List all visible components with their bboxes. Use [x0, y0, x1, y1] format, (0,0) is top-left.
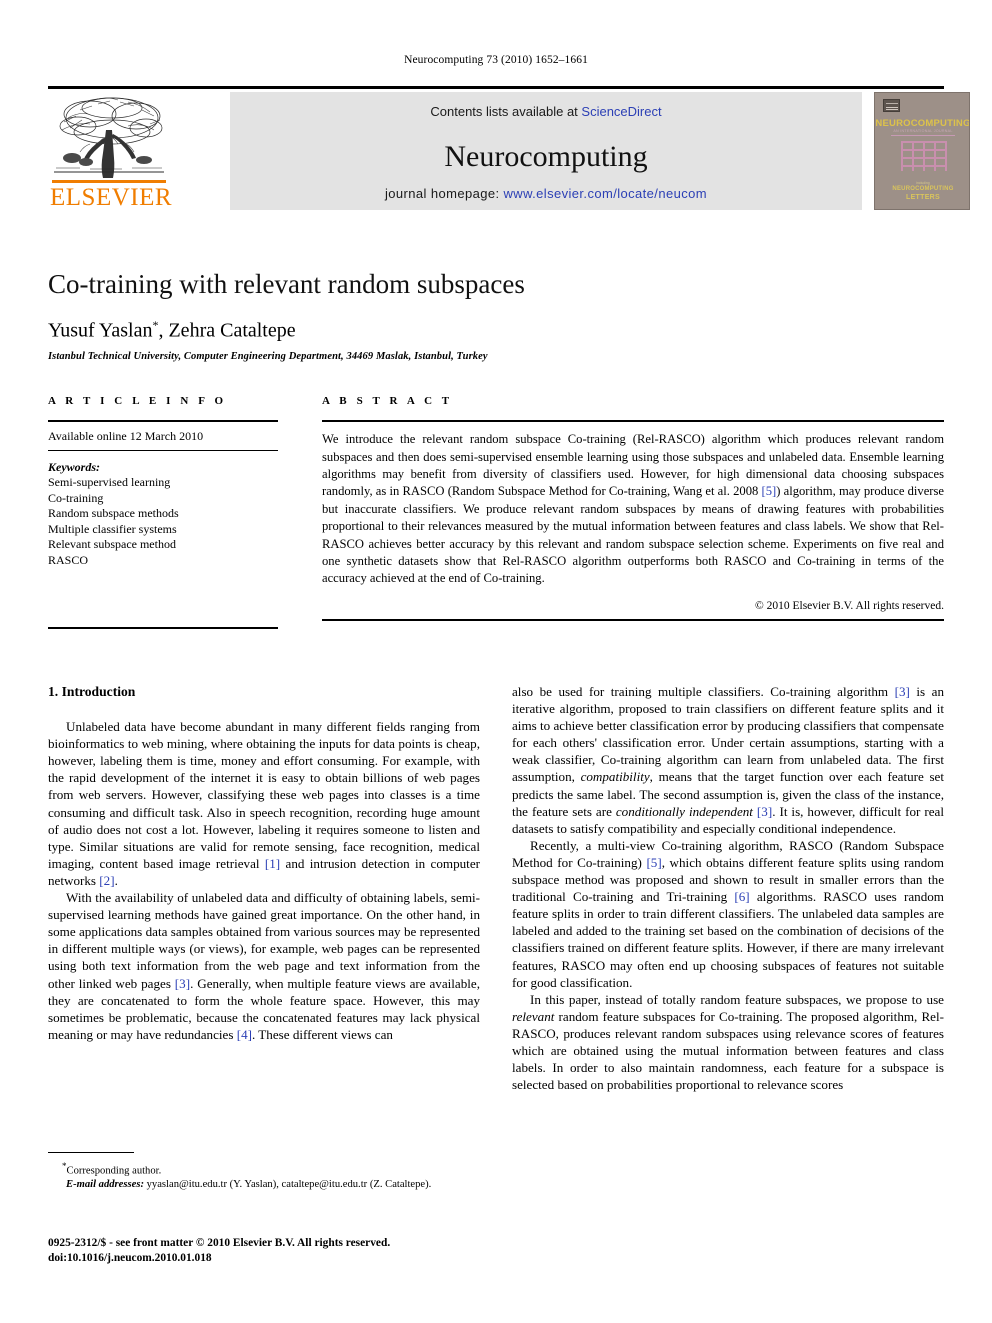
title-block: Co-training with relevant random subspac… — [48, 268, 944, 362]
author-list: Yusuf Yaslan*, Zehra Cataltepe — [48, 313, 944, 343]
cover-rule — [891, 135, 955, 136]
journal-cover-thumbnail: NEUROCOMPUTING AN INTERNATIONAL JOURNAL … — [874, 92, 970, 210]
citation-ref[interactable]: [3] — [895, 684, 910, 699]
abstract-part-2: ) algorithm, may produce diverse but ina… — [322, 484, 944, 586]
article-info-block: A R T I C L E I N F O Available online 1… — [48, 395, 278, 568]
author-first: Yusuf Yaslan — [48, 319, 153, 342]
keyword-item: Semi-supervised learning — [48, 475, 171, 490]
elsevier-tree-icon — [50, 92, 168, 180]
journal-title: Neurocomputing — [444, 140, 648, 173]
contents-available-line: Contents lists available at ScienceDirec… — [230, 104, 862, 119]
email-addresses[interactable]: yyaslan@itu.edu.tr (Y. Yaslan), cataltep… — [144, 1179, 432, 1190]
keyword-item: RASCO — [48, 552, 89, 567]
emphasis-text: relevant — [512, 1008, 555, 1024]
paragraph: also be used for training multiple class… — [512, 683, 944, 837]
article-page: Neurocomputing 73 (2010) 1652–1661 ELSEV… — [0, 0, 992, 1323]
emphasis-text: compatibility — [580, 769, 650, 785]
body-column-right: also be used for training multiple class… — [512, 683, 944, 1093]
paragraph-text: also be used for training multiple class… — [512, 684, 895, 699]
paragraph: Recently, a multi-view Co-training algor… — [512, 837, 944, 991]
article-info-rule-mid — [48, 450, 278, 452]
affiliation: Istanbul Technical University, Computer … — [48, 350, 488, 362]
article-info-rule-bottom — [48, 627, 278, 630]
email-note: E-mail addresses: yyaslan@itu.edu.tr (Y.… — [48, 1178, 480, 1191]
citation-ref[interactable]: [3] — [175, 976, 190, 991]
article-info-heading: A R T I C L E I N F O — [48, 395, 227, 407]
journal-homepage-link[interactable]: www.elsevier.com/locate/neucom — [504, 186, 707, 201]
citation-ref[interactable]: [4] — [237, 1027, 252, 1042]
journal-masthead: ELSEVIER Contents lists available at Sci… — [48, 86, 970, 211]
keyword-item: Co-training — [48, 490, 104, 505]
doi-line[interactable]: doi:10.1016/j.neucom.2010.01.018 — [48, 1251, 508, 1266]
keyword-item: Random subspace methods — [48, 506, 179, 521]
abstract-rule-bottom — [322, 618, 944, 622]
cover-grid-graphic — [901, 141, 947, 173]
citation-ref[interactable]: [5] — [762, 484, 777, 498]
cover-footer-line2: LETTERS — [906, 194, 940, 201]
abstract-block: A B S T R A C T We introduce the relevan… — [322, 395, 944, 622]
email-label: E-mail addresses: — [66, 1178, 144, 1190]
keyword-item: Relevant subspace method — [48, 537, 176, 552]
citation-ref[interactable]: [1] — [265, 856, 280, 871]
footnote-block: *Corresponding author. E-mail addresses:… — [48, 1152, 480, 1191]
cover-footer-line1: NEUROCOMPUTING — [892, 186, 954, 192]
paragraph-text: algorithms. RASCO uses random feature sp… — [512, 889, 944, 990]
paragraph: Unlabeled data have become abundant in m… — [48, 718, 480, 889]
paragraph-text: . These different views can — [251, 1026, 393, 1042]
article-history: Available online 12 March 2010 — [48, 429, 204, 444]
paper-title: Co-training with relevant random subspac… — [48, 269, 525, 299]
abstract-text: We introduce the relevant random subspac… — [322, 422, 944, 588]
cover-subtitle: AN INTERNATIONAL JOURNAL — [893, 129, 953, 133]
paragraph-text: In this paper, instead of totally random… — [530, 991, 944, 1007]
journal-homepage-label: journal homepage: — [385, 186, 504, 201]
elsevier-wordmark: ELSEVIER — [50, 184, 173, 211]
keyword-item: Multiple classifier systems — [48, 521, 177, 536]
citation-ref[interactable]: [2] — [99, 873, 114, 888]
masthead-band: Contents lists available at ScienceDirec… — [230, 92, 862, 210]
elsevier-logo-rule — [52, 180, 166, 183]
corresponding-author-text: Corresponding author. — [66, 1165, 162, 1177]
paragraph-text: . — [114, 872, 118, 888]
author-rest: , Zehra Cataltepe — [158, 319, 296, 342]
running-head: Neurocomputing 73 (2010) 1652–1661 — [404, 54, 588, 66]
footnote-rule — [48, 1152, 134, 1153]
citation-ref[interactable]: [5] — [646, 855, 661, 870]
keywords-label: Keywords: — [48, 460, 100, 475]
journal-homepage-line: journal homepage: www.elsevier.com/locat… — [230, 186, 862, 201]
citation-ref[interactable]: [6] — [734, 889, 749, 904]
sciencedirect-link[interactable]: ScienceDirect — [581, 104, 661, 119]
cover-footer-small: including — [916, 181, 930, 185]
copyright-line: © 2010 Elsevier B.V. All rights reserved… — [755, 599, 944, 612]
paragraph: With the availability of unlabeled data … — [48, 889, 480, 1043]
imprint-block: 0925-2312/$ - see front matter © 2010 El… — [48, 1236, 508, 1266]
paragraph-text: random feature subspaces for Co-training… — [512, 1008, 944, 1093]
body-column-left: 1. Introduction Unlabeled data have beco… — [48, 683, 480, 1043]
cover-title: NEUROCOMPUTING — [875, 118, 970, 129]
corresponding-author-note: *Corresponding author. — [48, 1160, 480, 1178]
section-heading-introduction: 1. Introduction — [48, 684, 136, 699]
paragraph: In this paper, instead of totally random… — [512, 991, 944, 1094]
cover-publisher-icon — [883, 99, 900, 112]
elsevier-logo: ELSEVIER — [50, 92, 173, 211]
abstract-heading: A B S T R A C T — [322, 395, 453, 407]
issn-copyright-line: 0925-2312/$ - see front matter © 2010 El… — [48, 1237, 391, 1249]
emphasis-text: conditionally independent — [615, 803, 753, 819]
contents-available-prefix: Contents lists available at — [430, 104, 582, 119]
paragraph-text: Unlabeled data have become abundant in m… — [48, 719, 480, 871]
citation-ref[interactable]: [3] — [757, 804, 772, 819]
masthead-top-rule — [48, 86, 944, 89]
